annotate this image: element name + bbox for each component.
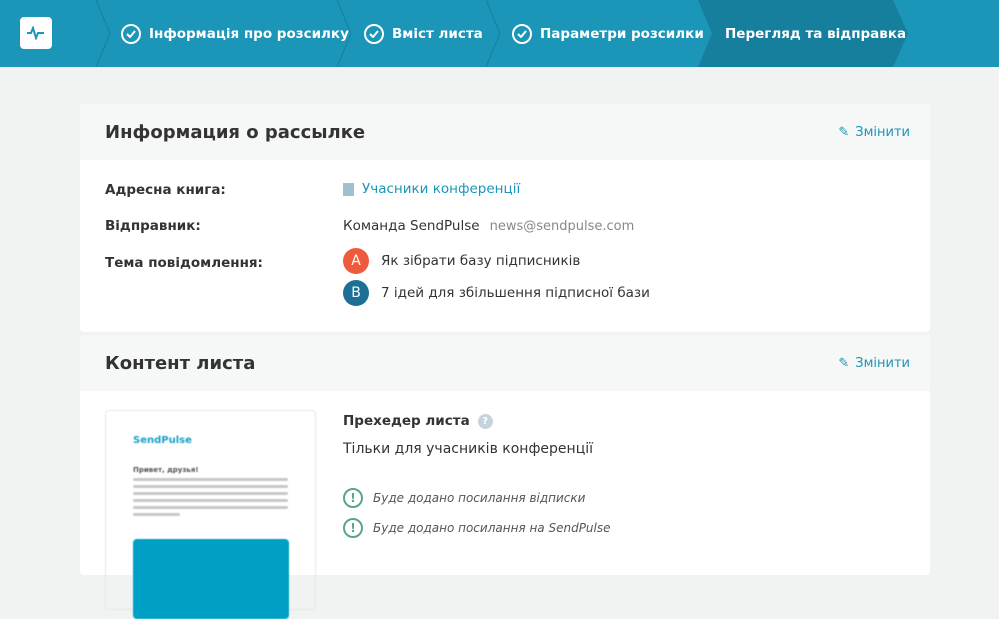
sender-email: news@sendpulse.com xyxy=(489,218,635,234)
check-icon xyxy=(512,23,532,44)
alert-icon: ! xyxy=(343,518,363,538)
info-card: Информация о рассылке ✎ Змінити Адресна к… xyxy=(80,104,930,332)
variant-b-badge: B xyxy=(343,280,369,306)
step-review[interactable]: Перегляд та відправка xyxy=(725,0,906,67)
step-info[interactable]: Інформація про розсилку xyxy=(121,0,349,67)
unsubscribe-notice: Буде додано посилання відписки xyxy=(373,491,586,505)
wizard-header: Інформація про розсилку Вміст листа Пара… xyxy=(0,0,999,67)
preview-button xyxy=(133,539,289,619)
help-icon[interactable]: ? xyxy=(477,413,493,429)
subject-a: Як зібрати базу підписників xyxy=(381,253,581,269)
check-icon xyxy=(364,23,384,44)
check-icon xyxy=(121,23,141,44)
step-content[interactable]: Вміст листа xyxy=(364,0,483,67)
address-book-label: Адресна книга: xyxy=(105,182,226,198)
content-card: Контент листа ✎ Змінити SendPulse Привет,… xyxy=(80,335,930,619)
sendpulse-logo[interactable] xyxy=(20,17,52,49)
edit-icon: ✎ xyxy=(838,355,850,371)
sendpulse-link-notice: Буде додано посилання на SendPulse xyxy=(373,521,611,535)
address-book-icon xyxy=(343,182,354,196)
section-title: Контент листа xyxy=(105,352,256,374)
preheader-value: Тільки для учасників конференції xyxy=(343,441,593,457)
preview-logo: SendPulse xyxy=(133,435,192,446)
variant-a-badge: A xyxy=(343,248,369,274)
address-book-link[interactable]: Учасники конференції xyxy=(343,181,520,197)
edit-content-button[interactable]: ✎ Змінити xyxy=(838,356,910,371)
preview-heading: Привет, друзья! xyxy=(133,466,199,474)
step-params[interactable]: Параметри розсилки xyxy=(512,0,704,67)
section-title: Информация о рассылке xyxy=(105,121,366,143)
edit-info-button[interactable]: ✎ Змінити xyxy=(838,125,910,140)
preheader-label: Прехедер листа xyxy=(343,413,470,429)
edit-icon: ✎ xyxy=(838,124,850,140)
alert-icon: ! xyxy=(343,488,363,508)
sender-label: Відправник: xyxy=(105,218,201,234)
subject-b: 7 ідей для збільшення підписної бази xyxy=(381,285,650,301)
email-preview[interactable]: SendPulse Привет, друзья! xyxy=(105,410,316,619)
sender-name: Команда SendPulse xyxy=(343,218,480,234)
subject-label: Тема повідомлення: xyxy=(105,255,263,271)
